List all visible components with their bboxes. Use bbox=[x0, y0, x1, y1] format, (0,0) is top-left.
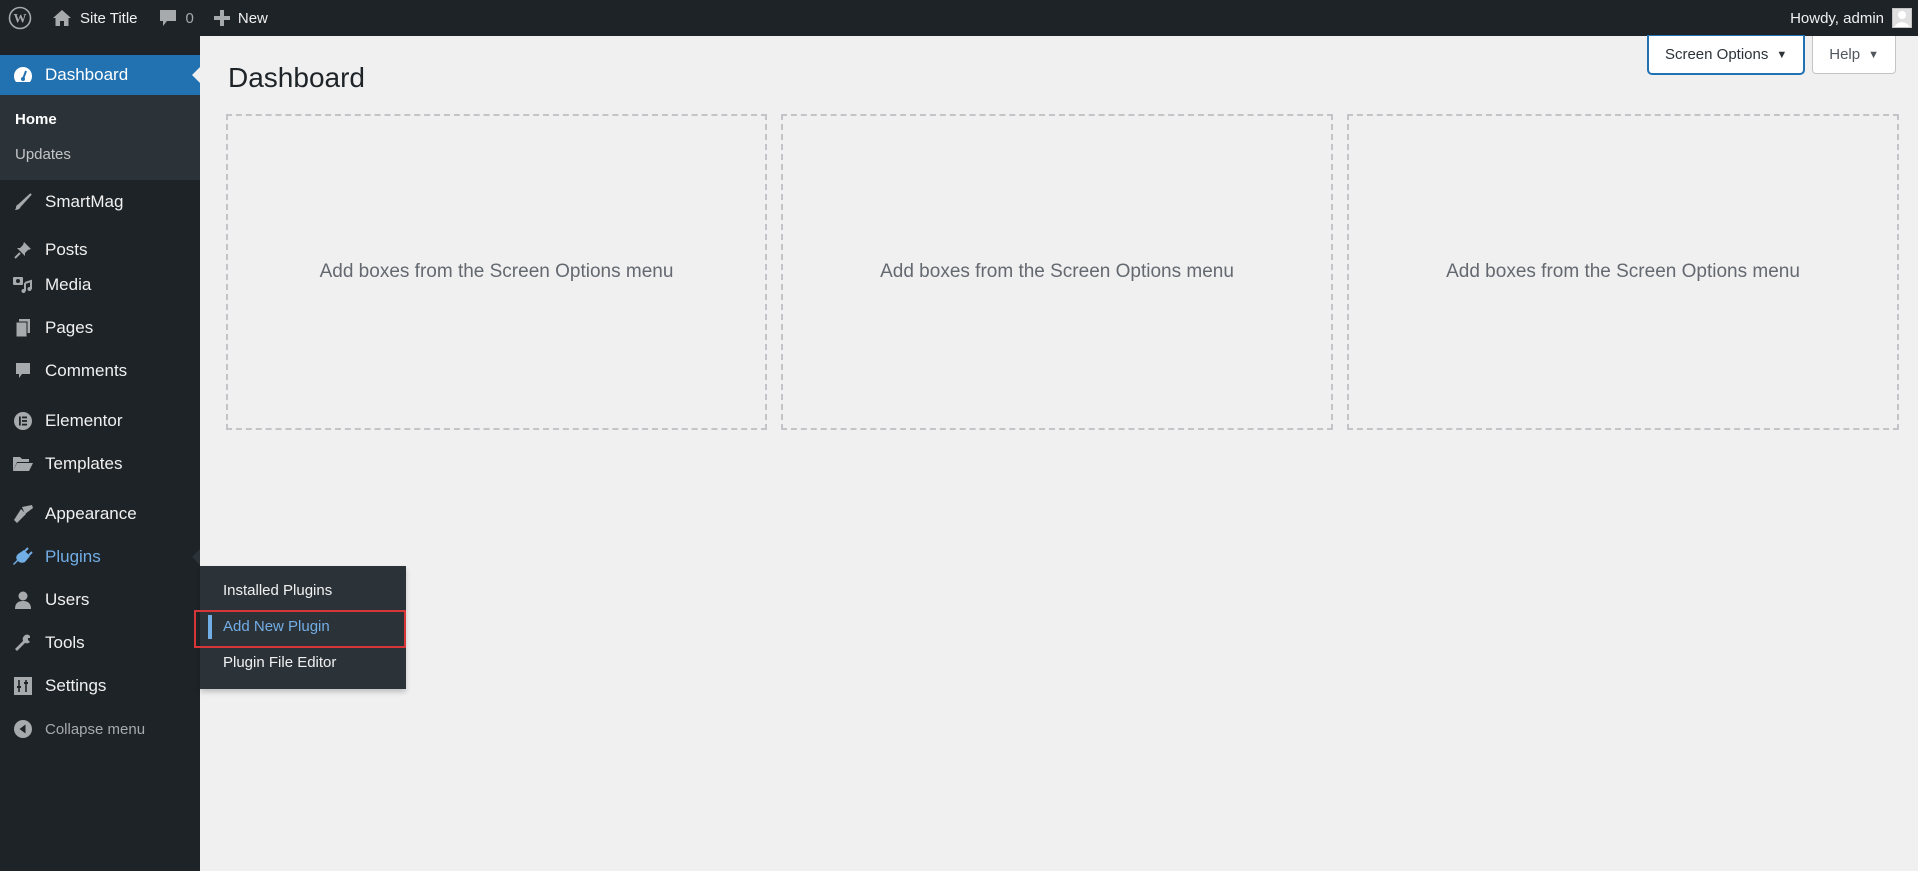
collapse-arrow-icon bbox=[11, 717, 35, 741]
plugins-flyout-menu: Installed Plugins Add New Plugin Plugin … bbox=[200, 566, 406, 689]
wordpress-logo-icon: W bbox=[8, 6, 32, 30]
admin-sidebar: Dashboard Home Updates SmartMag Posts Me… bbox=[0, 36, 200, 871]
dashboard-widget-dropzone: Add boxes from the Screen Options menu bbox=[226, 114, 767, 430]
paintbrush-icon bbox=[11, 190, 35, 214]
sidebar-label: Elementor bbox=[45, 411, 123, 430]
dashboard-widget-dropzone: Add boxes from the Screen Options menu bbox=[781, 114, 1333, 430]
screen-options-label: Screen Options bbox=[1664, 46, 1769, 63]
sidebar-item-templates[interactable]: Templates bbox=[0, 445, 200, 483]
caret-down-icon: ▼ bbox=[1776, 48, 1788, 61]
collapse-label: Collapse menu bbox=[45, 720, 146, 738]
sidebar-label: Tools bbox=[45, 633, 85, 652]
greeting: Howdy, admin bbox=[1790, 9, 1884, 27]
help-button[interactable]: Help ▼ bbox=[1812, 36, 1896, 74]
flyout-plugin-file-editor[interactable]: Plugin File Editor bbox=[200, 645, 406, 681]
sidebar-item-appearance[interactable]: Appearance bbox=[0, 495, 200, 533]
brush-icon bbox=[11, 502, 35, 526]
dashboard-icon bbox=[11, 63, 35, 87]
screen-options-button[interactable]: Screen Options ▼ bbox=[1647, 36, 1805, 74]
sidebar-item-elementor[interactable]: Elementor bbox=[0, 402, 200, 440]
sidebar-item-plugins[interactable]: Plugins bbox=[0, 538, 200, 576]
folder-icon bbox=[11, 452, 35, 476]
dashboard-submenu: Home Updates bbox=[0, 95, 200, 180]
admin-bar: W Site Title 0 New Howdy, admin bbox=[0, 0, 1918, 36]
pages-icon bbox=[11, 316, 35, 340]
page-title: Dashboard bbox=[228, 62, 365, 93]
sidebar-item-smartmag[interactable]: SmartMag bbox=[0, 183, 200, 221]
avatar bbox=[1892, 8, 1912, 28]
sidebar-item-media[interactable]: Media bbox=[0, 266, 200, 304]
sidebar-label: Media bbox=[45, 275, 92, 294]
media-icon bbox=[11, 273, 35, 297]
site-title-link[interactable]: Site Title bbox=[42, 0, 148, 36]
comments-link[interactable]: 0 bbox=[148, 0, 204, 36]
empty-dropzone-text: Add boxes from the Screen Options menu bbox=[880, 261, 1234, 282]
home-icon bbox=[52, 9, 72, 27]
dashboard-widget-dropzone: Add boxes from the Screen Options menu bbox=[1347, 114, 1899, 430]
sidebar-item-posts[interactable]: Posts bbox=[0, 231, 200, 269]
pin-icon bbox=[11, 238, 35, 262]
sidebar-label: Appearance bbox=[45, 504, 137, 523]
sidebar-item-users[interactable]: Users bbox=[0, 581, 200, 619]
sidebar-item-comments[interactable]: Comments bbox=[0, 352, 200, 390]
sidebar-label: Dashboard bbox=[45, 65, 129, 84]
sidebar-label: Posts bbox=[45, 240, 88, 259]
screen-meta-links: Screen Options ▼ Help ▼ bbox=[1647, 36, 1896, 74]
sidebar-label: Users bbox=[45, 590, 90, 609]
elementor-icon bbox=[11, 409, 35, 433]
empty-dropzone-text: Add boxes from the Screen Options menu bbox=[319, 261, 674, 282]
site-title: Site Title bbox=[80, 9, 138, 27]
my-account[interactable]: Howdy, admin bbox=[1790, 0, 1918, 36]
plus-icon bbox=[213, 10, 230, 26]
help-label: Help bbox=[1829, 46, 1861, 63]
collapse-menu-button[interactable]: Collapse menu bbox=[0, 710, 200, 748]
sidebar-label: Templates bbox=[45, 454, 123, 473]
plugin-icon bbox=[11, 545, 35, 569]
wordpress-logo-button[interactable]: W bbox=[0, 0, 42, 36]
settings-icon bbox=[11, 674, 35, 698]
new-content-button[interactable]: New bbox=[204, 0, 278, 36]
sidebar-item-pages[interactable]: Pages bbox=[0, 309, 200, 347]
comment-icon bbox=[158, 8, 178, 28]
wrench-icon bbox=[11, 631, 35, 655]
sidebar-item-settings[interactable]: Settings bbox=[0, 667, 200, 705]
sidebar-label: SmartMag bbox=[45, 192, 124, 211]
comment-icon bbox=[11, 359, 35, 383]
sidebar-item-dashboard[interactable]: Dashboard bbox=[0, 55, 200, 95]
caret-down-icon: ▼ bbox=[1868, 48, 1879, 61]
empty-dropzone-text: Add boxes from the Screen Options menu bbox=[1446, 261, 1800, 282]
new-label: New bbox=[237, 9, 268, 27]
comments-count: 0 bbox=[185, 9, 194, 27]
sidebar-label: Plugins bbox=[45, 547, 101, 566]
user-icon bbox=[11, 588, 35, 612]
svg-text:W: W bbox=[14, 11, 27, 26]
flyout-installed-plugins[interactable]: Installed Plugins bbox=[200, 573, 406, 609]
flyout-add-new-plugin[interactable]: Add New Plugin bbox=[200, 609, 406, 645]
sidebar-item-tools[interactable]: Tools bbox=[0, 624, 200, 662]
sidebar-label: Pages bbox=[45, 318, 94, 337]
submenu-home[interactable]: Home bbox=[0, 102, 200, 137]
submenu-updates[interactable]: Updates bbox=[0, 137, 200, 172]
sidebar-label: Settings bbox=[45, 676, 107, 695]
sidebar-label: Comments bbox=[45, 361, 128, 380]
